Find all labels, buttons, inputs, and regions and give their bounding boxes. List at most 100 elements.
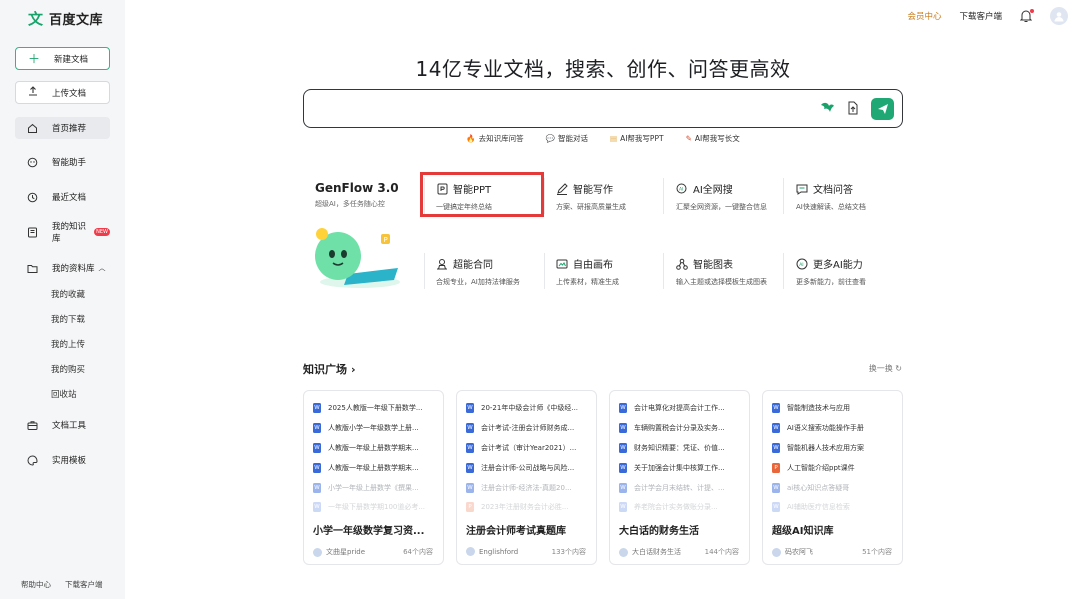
notification-dot [1030,9,1034,13]
genflow-subtitle: 超级AI，多任务随心控 [315,200,385,208]
card-doc-item[interactable]: W 关于加强会计集中核算工作... [619,463,744,473]
doc-title: 一年级下册数学期100道必考... [328,503,426,511]
library-item-purchases[interactable]: 我的购买 [51,363,85,375]
card-doc-item: W AI辅助医疗信息检索 [772,502,897,512]
sidebar-item-recent[interactable]: 最近文档 [15,186,110,208]
feature-desc: 一键搞定年终总结 [436,203,492,211]
card-count: 51个内容 [862,548,892,556]
sidebar-item-label: 我的资料库 [52,264,95,274]
author-name: Englishford [479,547,519,556]
sidebar: 文 百度文库 ＋ 新建文档 上传文档 首页推荐 智能助手 最近文档 我的知识库 … [0,0,125,599]
doc-title: 注册会计师-公司战略与风险... [481,464,575,472]
knowledge-card[interactable]: W 20-21年中级会计师《中级经... W 会计考试-注册会计师财务成... W会… [456,390,597,565]
quick-link-ai-longform[interactable]: ✎ AI帮我写长文 [686,133,740,144]
card-doc-item[interactable]: W 会计考试-注册会计师财务成... [466,423,591,433]
feature-smart-ppt[interactable]: 智能PPT 一键搞定年终总结 [436,181,556,212]
upload-document-label: 上传文档 [52,88,87,99]
word-doc-icon: W [772,403,780,413]
notification-bell-icon[interactable] [1019,9,1034,23]
word-doc-icon: W [772,483,780,493]
card-doc-item[interactable]: W 会计电算化对提高会计工作... [619,403,744,413]
card-doc-item[interactable]: W 人教版一年级上册数学期末... [313,463,438,473]
card-doc-item[interactable]: W 财务知识精要：凭证、价值... [619,443,744,453]
card-doc-item[interactable]: W 注册会计师-公司战略与风险... [466,463,591,473]
chart-icon [676,258,688,270]
card-doc-item[interactable]: W 车辆购置税会计分录及实务... [619,423,744,433]
card-doc-item[interactable]: W 智能制造技术与应用 [772,403,897,413]
card-doc-item[interactable]: W 注册会计师-经济法-真题20... [466,483,591,493]
chevron-up-icon: ︿ [98,264,106,272]
knowledge-card[interactable]: W 智能制造技术与应用 W AI语义搜索功能操作手册 W 智能机器人技术应用方案 P人… [762,390,903,565]
sidebar-item-assistant[interactable]: 智能助手 [15,151,110,173]
author-avatar [466,547,475,556]
card-doc-item[interactable]: W 会计考试（审计Year2021）... [466,443,591,453]
doc-chat-icon [796,183,808,195]
card-doc-item[interactable]: W 20-21年中级会计师《中级经... [466,403,591,413]
sidebar-item-library[interactable]: 我的资料库 ︿ [15,257,110,279]
library-item-favorites[interactable]: 我的收藏 [51,288,85,300]
upload-file-icon[interactable] [847,100,859,119]
refresh-button[interactable]: 换一换 ↻ [869,363,902,374]
vip-center-link[interactable]: 会员中心 [907,10,941,22]
card-doc-item[interactable]: W 智能机器人技术应用方案 [772,443,897,453]
genflow-mascot-image[interactable]: P [308,222,403,290]
doc-title: 2023年注册财务会计必胜... [481,503,569,511]
help-center-link[interactable]: 帮助中心 [21,579,51,590]
library-item-uploads[interactable]: 我的上传 [51,338,85,350]
card-doc-item[interactable]: Wai核心知识点答疑哥 [772,483,897,493]
feature-title: 文档问答 [813,185,853,196]
more-ai-icon: AI [796,258,808,270]
card-doc-item[interactable]: W 人教版一年级上册数学期末... [313,443,438,453]
sidebar-item-knowledge[interactable]: 我的知识库 NEW [15,221,110,244]
feature-more-ai[interactable]: AI 更多AI能力 更多新能力，前往查看 [796,256,916,287]
card-doc-item[interactable]: W 小学一年级上册数学《撰果... [313,483,438,493]
card-doc-item[interactable]: W 人教版小学一年级数学上册... [313,423,438,433]
card-doc-item[interactable]: P 人工智能介绍ppt课件 [772,463,897,473]
author-avatar [619,547,628,557]
download-client-link[interactable]: 下载客户端 [65,579,103,590]
doc-title: 会计考试-注册会计师财务成... [481,424,575,432]
knowledge-card[interactable]: W 2025人教版一年级下册数学... W 人教版小学一年级数学上册... W 人教版… [303,390,444,565]
word-doc-icon: W [466,423,474,433]
logo-text: 百度文库 [49,13,104,28]
feature-title: 超能合同 [453,260,493,271]
feature-smart-writing[interactable]: 智能写作 方案、研报高质量生成 [556,181,676,212]
download-client-header-link[interactable]: 下载客户端 [959,10,1002,22]
divider [783,178,784,214]
send-button[interactable] [871,98,894,120]
quick-link-smart-chat[interactable]: 💬 智能对话 [546,133,588,144]
feature-smart-chart[interactable]: 智能图表 输入主题或选择模板生成图表 [676,256,796,287]
author-avatar [313,547,322,557]
feature-ai-search[interactable]: AI AI全网搜 汇聚全网资源，一键整合信息 [676,181,796,212]
word-doc-icon: W [619,443,627,453]
sidebar-item-label: 我的知识库 [52,222,87,244]
knowledge-square-label: 知识广场 [303,363,347,376]
genflow-title[interactable]: GenFlow 3.0 [315,181,399,195]
sidebar-item-templates[interactable]: 实用模板 [15,449,110,471]
card-count: 133个内容 [551,548,586,556]
ai-assistant-icon[interactable] [819,100,835,119]
feature-doc-qa[interactable]: 文档问答 AI快速解读、总结文档 [796,181,916,212]
new-document-button[interactable]: ＋ 新建文档 [15,47,110,70]
card-doc-item[interactable]: W 2025人教版一年级下册数学... [313,403,438,413]
quick-link-knowledge-qa[interactable]: 🔥 去知识库问答 [466,133,523,144]
search-input[interactable] [314,98,794,120]
feature-free-canvas[interactable]: 自由画布 上传素材，精准生成 [556,256,676,287]
quick-link-ai-ppt[interactable]: ▤ AI帮我写PPT [610,133,664,144]
user-avatar[interactable] [1050,7,1068,25]
card-doc-item[interactable]: W 会计学会月末结转、计提、... [619,483,744,493]
knowledge-square-title[interactable]: 知识广场 › [303,361,356,377]
ai-search-icon: AI [676,183,688,195]
library-item-downloads[interactable]: 我的下载 [51,313,85,325]
sidebar-item-home[interactable]: 首页推荐 [15,117,110,139]
feature-title: 智能图表 [693,260,733,271]
card-doc-item[interactable]: W AI语义搜索功能操作手册 [772,423,897,433]
sidebar-item-tools[interactable]: 文档工具 [15,414,110,436]
card-doc-item: W 养老院会计实务做账分录... [619,502,744,512]
knowledge-card[interactable]: W 会计电算化对提高会计工作... W 车辆购置税会计分录及实务... W 财务知识精… [609,390,750,565]
sidebar-item-label: 实用模板 [52,456,87,466]
feature-super-contract[interactable]: 超能合同 合规专业，AI加持法律服务 [436,256,556,287]
logo[interactable]: 文 百度文库 [28,8,103,29]
library-item-recycle-bin[interactable]: 回收站 [51,388,77,400]
upload-document-button[interactable]: 上传文档 [15,81,110,104]
